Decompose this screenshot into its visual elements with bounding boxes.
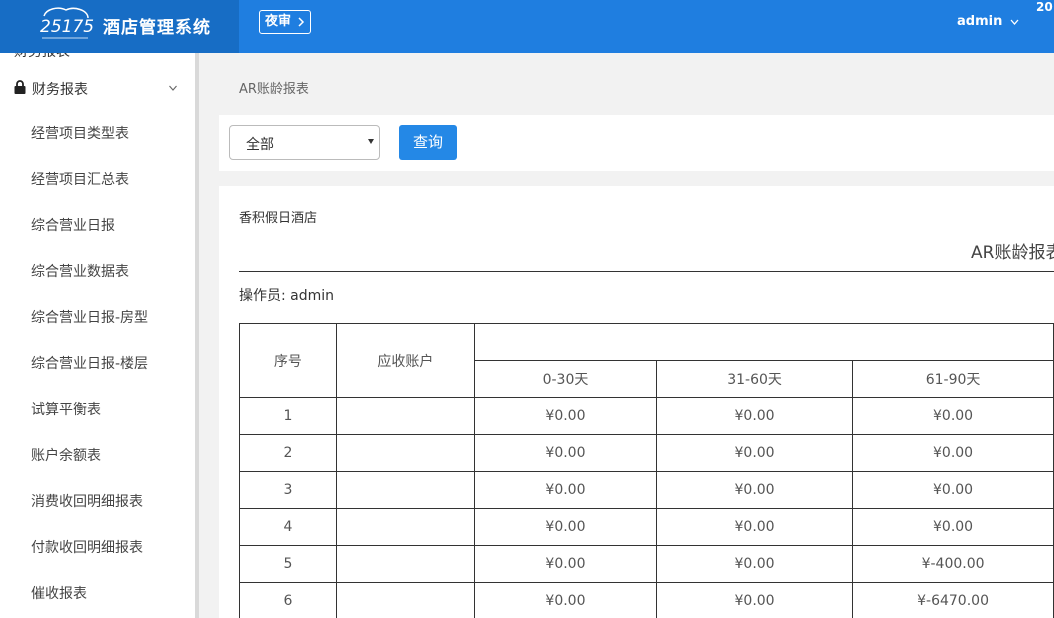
sidebar-item-business-type[interactable]: 经营项目类型表	[31, 123, 129, 143]
cell-31-60: ¥0.00	[655, 397, 854, 435]
sidebar-item-account-balance[interactable]: 账户余额表	[31, 445, 101, 465]
table-row: 4 ¥0.00 ¥0.00 ¥0.00	[239, 508, 1054, 546]
logo-icon[interactable]: 25175	[36, 6, 94, 44]
top-bar: 25175 酒店管理系统 夜审 admin 20	[0, 0, 1054, 53]
cell-31-60: ¥0.00	[655, 582, 854, 618]
cell-index: 4	[239, 508, 337, 546]
scope-select-value: 全部	[246, 137, 274, 153]
cell-61-90: ¥-400.00	[852, 545, 1054, 583]
cell-account	[335, 508, 475, 546]
table-row: 6 ¥0.00 ¥0.00 ¥-6470.00	[239, 582, 1054, 618]
operator-label: 操作员: admin	[239, 288, 335, 304]
sidebar-item-business-data[interactable]: 综合营业数据表	[31, 261, 129, 281]
sidebar-item-consumption-recovery[interactable]: 消费收回明细报表	[31, 491, 143, 511]
sidebar-item-cut[interactable]: 财务报表	[14, 53, 70, 61]
cell-account	[335, 545, 475, 583]
night-audit-label: 夜审	[265, 14, 292, 29]
chevron-down-icon	[169, 85, 177, 91]
date-display: 20	[1036, 0, 1053, 14]
night-audit-button[interactable]: 夜审	[259, 10, 311, 34]
query-button[interactable]: 查询	[399, 125, 457, 160]
report-title: AR账龄报表	[971, 243, 1054, 263]
cell-account	[335, 397, 475, 435]
filter-bar: 全部 查询	[219, 115, 1054, 171]
sidebar-group-finance[interactable]: 财务报表	[0, 74, 195, 102]
logo-text: 25175	[40, 17, 94, 37]
cell-0-30: ¥0.00	[473, 471, 657, 509]
column-header-0-30: 0-30天	[473, 360, 657, 398]
cell-account	[335, 582, 475, 618]
cell-0-30: ¥0.00	[473, 508, 657, 546]
table-row: 3 ¥0.00 ¥0.00 ¥0.00	[239, 471, 1054, 509]
chevron-right-icon	[298, 16, 304, 27]
cell-31-60: ¥0.00	[655, 434, 854, 472]
sidebar-group-label: 财务报表	[32, 82, 88, 98]
chevron-down-icon	[1010, 19, 1019, 25]
sidebar-item-daily-roomtype[interactable]: 综合营业日报-房型	[31, 307, 148, 327]
dropdown-arrow-icon	[368, 139, 374, 144]
breadcrumb: AR账龄报表	[239, 82, 309, 97]
aging-table: 序号 应收账户 0-30天 31-60天 61-90天 1 ¥0.00 ¥0.0…	[239, 323, 1054, 618]
cell-61-90: ¥0.00	[852, 508, 1054, 546]
cell-0-30: ¥0.00	[473, 545, 657, 583]
hotel-name: 香积假日酒店	[239, 211, 318, 226]
logo-area: 25175 酒店管理系统	[0, 0, 239, 53]
cell-61-90: ¥0.00	[852, 471, 1054, 509]
sidebar-item-trial-balance[interactable]: 试算平衡表	[31, 399, 101, 419]
column-header-account: 应收账户	[335, 323, 475, 398]
divider	[239, 271, 1054, 272]
lock-icon	[14, 80, 26, 94]
cell-index: 5	[239, 545, 337, 583]
cell-61-90: ¥0.00	[852, 397, 1054, 435]
cell-account	[335, 434, 475, 472]
table-header-row: 序号 应收账户	[239, 323, 1054, 398]
sidebar-item-collection[interactable]: 催收报表	[31, 583, 87, 603]
user-menu[interactable]: admin	[957, 14, 1019, 29]
app-title: 酒店管理系统	[103, 18, 211, 38]
cell-index: 2	[239, 434, 337, 472]
cell-account	[335, 471, 475, 509]
table-row: 2 ¥0.00 ¥0.00 ¥0.00	[239, 434, 1054, 472]
cell-61-90: ¥0.00	[852, 434, 1054, 472]
table-row: 1 ¥0.00 ¥0.00 ¥0.00	[239, 397, 1054, 435]
cell-0-30: ¥0.00	[473, 397, 657, 435]
sidebar-item-business-summary[interactable]: 经营项目汇总表	[31, 169, 129, 189]
cell-31-60: ¥0.00	[655, 545, 854, 583]
column-header-index: 序号	[239, 323, 337, 398]
cell-index: 6	[239, 582, 337, 618]
sidebar-item-daily-report[interactable]: 综合营业日报	[31, 215, 115, 235]
cell-31-60: ¥0.00	[655, 471, 854, 509]
cell-61-90: ¥-6470.00	[852, 582, 1054, 618]
column-header-61-90: 61-90天	[852, 360, 1054, 398]
column-header-aging-group	[473, 323, 1054, 361]
cell-31-60: ¥0.00	[655, 508, 854, 546]
sidebar-item-daily-floor[interactable]: 综合营业日报-楼层	[31, 353, 148, 373]
cell-0-30: ¥0.00	[473, 434, 657, 472]
sidebar: 财务报表 财务报表 经营项目类型表 经营项目汇总表 综合营业日报 综合营业数据表…	[0, 53, 195, 618]
column-header-31-60: 31-60天	[655, 360, 854, 398]
cell-0-30: ¥0.00	[473, 582, 657, 618]
sidebar-item-payment-recovery[interactable]: 付款收回明细报表	[31, 537, 143, 557]
table-row: 5 ¥0.00 ¥0.00 ¥-400.00	[239, 545, 1054, 583]
user-name: admin	[957, 14, 1003, 29]
report-panel: 香积假日酒店 AR账龄报表 操作员: admin 序号 应收账户 0-30天 3…	[219, 186, 1054, 618]
cell-index: 3	[239, 471, 337, 509]
main-content: AR账龄报表 全部 查询 香积假日酒店 AR账龄报表 操作员: admin 序号…	[199, 53, 1054, 618]
cell-index: 1	[239, 397, 337, 435]
scope-select[interactable]: 全部	[229, 125, 380, 160]
